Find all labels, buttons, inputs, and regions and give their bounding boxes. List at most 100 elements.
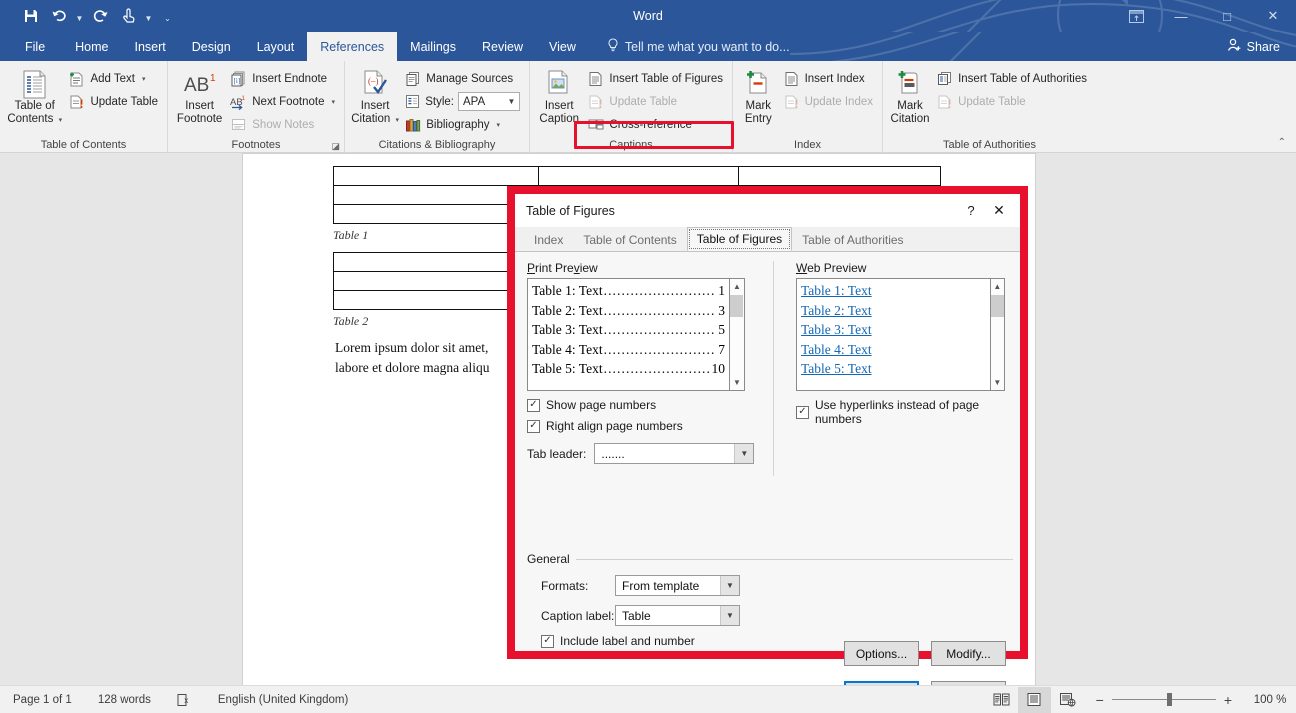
tab-leader-select[interactable]: ....... ▼ xyxy=(594,443,755,464)
dialog-tab-index[interactable]: Index xyxy=(524,229,573,251)
dialog-tab-table-of-contents[interactable]: Table of Contents xyxy=(573,229,686,251)
dialog-close-icon[interactable]: ✕ xyxy=(984,198,1014,224)
print-preview-row: Table 4: Text ..........................… xyxy=(532,340,725,360)
print-layout-view-button[interactable] xyxy=(1017,686,1051,713)
scroll-down-icon[interactable]: ▼ xyxy=(991,375,1004,390)
mark-citation-button[interactable]: Mark Citation xyxy=(888,64,932,136)
zoom-out-icon[interactable]: − xyxy=(1096,692,1104,708)
page-indicator[interactable]: Page 1 of 1 xyxy=(0,694,85,706)
caption-label-select[interactable]: Table ▼ xyxy=(615,605,740,626)
web-preview-row[interactable]: Table 2: Text xyxy=(801,301,986,321)
ribbon-groups: Table of Contents ▾ Add Text ▾ Update Ta… xyxy=(0,61,1296,153)
print-preview-box[interactable]: Table 1: Text ..........................… xyxy=(527,278,730,391)
options-button[interactable]: Options... xyxy=(844,641,919,666)
close-button[interactable]: ✕ xyxy=(1250,0,1296,32)
web-preview-row[interactable]: Table 4: Text xyxy=(801,340,986,360)
insert-table-of-authorities-button[interactable]: Insert Table of Authorities xyxy=(932,67,1091,90)
word-count[interactable]: 128 words xyxy=(85,694,164,706)
tell-me-search[interactable]: Tell me what you want to do... xyxy=(589,32,790,61)
group-label-captions: Captions xyxy=(609,139,653,151)
web-preview-row[interactable]: Table 5: Text xyxy=(801,359,986,379)
web-preview-box[interactable]: Table 1: Text Table 2: Text Table 3: Tex… xyxy=(796,278,991,391)
tab-references[interactable]: References xyxy=(307,32,398,61)
tab-mailings[interactable]: Mailings xyxy=(397,32,469,61)
minimize-button[interactable]: — xyxy=(1158,0,1204,32)
use-hyperlinks-checkbox[interactable]: ✓ Use hyperlinks instead of page numbers xyxy=(796,398,1005,426)
insert-citation-icon: (–) xyxy=(361,68,389,100)
ribbon-group-table-of-contents: Table of Contents ▾ Add Text ▾ Update Ta… xyxy=(0,61,167,153)
collapse-ribbon-icon[interactable]: ⌃ xyxy=(1278,137,1286,148)
show-page-numbers-checkbox[interactable]: ✓ Show page numbers xyxy=(527,398,759,412)
formats-select[interactable]: From template ▼ xyxy=(615,575,740,596)
check-icon: ✓ xyxy=(529,419,538,431)
zoom-in-icon[interactable]: + xyxy=(1224,692,1232,708)
table-of-contents-button[interactable]: Table of Contents ▾ xyxy=(5,64,64,136)
ribbon-display-options-icon[interactable] xyxy=(1114,0,1158,32)
zoom-thumb[interactable] xyxy=(1166,693,1172,706)
citation-style-select[interactable]: APA ▼ xyxy=(458,92,520,111)
update-table-icon xyxy=(68,93,85,110)
tab-review[interactable]: Review xyxy=(469,32,536,61)
bibliography-button[interactable]: Bibliography ▾ xyxy=(400,113,524,136)
general-label: General xyxy=(527,552,570,566)
zoom-slider[interactable]: − + xyxy=(1084,692,1244,708)
insert-index-icon xyxy=(783,70,800,87)
dialog-tab-table-of-authorities[interactable]: Table of Authorities xyxy=(792,229,913,251)
web-preview-row[interactable]: Table 1: Text xyxy=(801,281,986,301)
update-table-toc-button[interactable]: Update Table xyxy=(64,90,162,113)
web-preview-scrollbar[interactable]: ▲ ▼ xyxy=(990,278,1005,391)
right-align-page-numbers-checkbox[interactable]: ✓ Right align page numbers xyxy=(527,419,759,433)
proofing-errors-icon[interactable]: x xyxy=(164,693,205,707)
maximize-button[interactable]: □ xyxy=(1204,0,1250,32)
update-index-button[interactable]: Update Index xyxy=(779,90,877,113)
update-table-authorities-button[interactable]: Update Table xyxy=(932,90,1091,113)
tab-design[interactable]: Design xyxy=(179,32,244,61)
table-caption-2: Table 2 xyxy=(333,314,369,328)
add-text-button[interactable]: Add Text ▾ xyxy=(64,67,162,90)
footnotes-dialog-launcher[interactable]: ◪ xyxy=(331,141,340,152)
scroll-up-icon[interactable]: ▲ xyxy=(991,279,1004,294)
tab-view[interactable]: View xyxy=(536,32,589,61)
scrollbar-thumb[interactable] xyxy=(730,295,743,317)
dialog-tab-table-of-figures[interactable]: Table of Figures xyxy=(686,227,793,251)
modify-button[interactable]: Modify... xyxy=(931,641,1006,666)
language-indicator[interactable]: English (United Kingdom) xyxy=(205,694,361,706)
show-page-numbers-label: Show page numbers xyxy=(546,398,657,412)
citation-style-value: APA xyxy=(463,95,486,108)
insert-table-of-figures-button[interactable]: Insert Table of Figures xyxy=(583,67,727,90)
dialog-secondary-buttons: Options... Modify... xyxy=(844,641,1006,666)
read-mode-view-button[interactable] xyxy=(985,687,1018,713)
tab-file[interactable]: File xyxy=(8,32,63,61)
manage-sources-button[interactable]: Manage Sources xyxy=(400,67,524,90)
style-icon xyxy=(404,93,421,110)
help-icon[interactable]: ? xyxy=(958,198,984,224)
svg-text:x: x xyxy=(184,696,188,705)
scroll-up-icon[interactable]: ▲ xyxy=(730,279,744,294)
web-preview-row[interactable]: Table 3: Text xyxy=(801,320,986,340)
tab-insert[interactable]: Insert xyxy=(122,32,179,61)
tab-home[interactable]: Home xyxy=(62,32,121,61)
chevron-down-icon: ▼ xyxy=(734,444,754,463)
insert-endnote-button[interactable]: [i] Insert Endnote xyxy=(226,67,339,90)
scrollbar-thumb[interactable] xyxy=(990,295,1004,317)
insert-footnote-button[interactable]: AB 1 Insert Footnote xyxy=(173,64,226,136)
next-footnote-button[interactable]: AB 1 Next Footnote ▾ xyxy=(226,90,339,113)
zoom-track[interactable] xyxy=(1111,693,1216,706)
scroll-down-icon[interactable]: ▼ xyxy=(730,375,744,390)
insert-citation-button[interactable]: (–) Insert Citation ▾ xyxy=(350,64,400,136)
share-button[interactable]: Share xyxy=(1217,35,1290,58)
zoom-level[interactable]: 100 % xyxy=(1244,694,1296,706)
mark-entry-button[interactable]: Mark Entry xyxy=(738,64,779,136)
update-index-label: Update Index xyxy=(804,95,873,108)
status-bar-right: − + 100 % xyxy=(985,686,1296,713)
print-preview-scrollbar[interactable]: ▲ ▼ xyxy=(730,278,745,391)
insert-index-button[interactable]: Insert Index xyxy=(779,67,877,90)
tab-layout[interactable]: Layout xyxy=(244,32,308,61)
show-notes-button[interactable]: Show Notes xyxy=(226,113,339,136)
share-label: Share xyxy=(1246,39,1280,54)
formats-value: From template xyxy=(622,578,700,593)
cross-reference-button[interactable]: Cross-reference xyxy=(583,113,727,136)
update-table-captions-button[interactable]: Update Table xyxy=(583,90,727,113)
insert-caption-button[interactable]: Insert Caption xyxy=(535,64,583,136)
web-layout-view-button[interactable] xyxy=(1051,687,1084,713)
